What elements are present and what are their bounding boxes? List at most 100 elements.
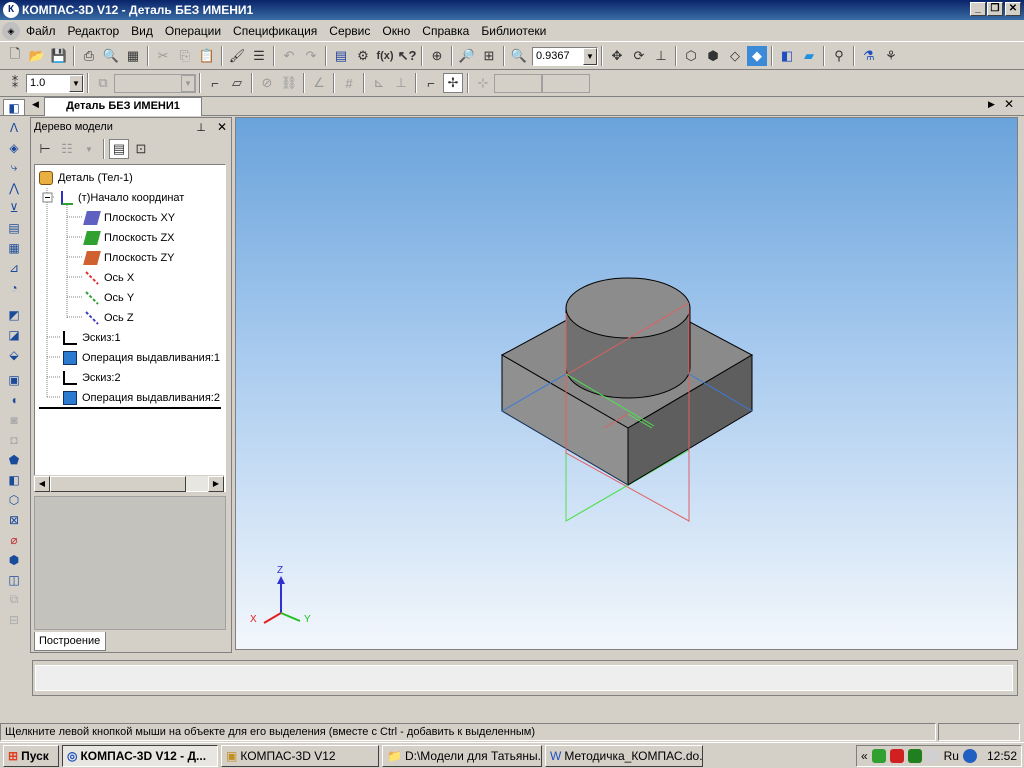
task-kompas-active[interactable]: ◎ КОМПАС-3D V12 - Д... <box>62 744 218 767</box>
zoom-value-input[interactable]: 0.9367 ▼ <box>532 46 598 66</box>
rib-tool-icon[interactable]: ◘ <box>3 431 25 448</box>
measure-tool-icon[interactable]: ▤ <box>3 219 25 236</box>
rotate-icon[interactable]: ⟳ <box>629 46 649 66</box>
tabs-scroll-left-icon[interactable]: ◀ <box>32 99 39 110</box>
grid-icon[interactable]: # <box>339 73 359 93</box>
paste-icon[interactable]: 📋 <box>197 46 217 66</box>
start-button[interactable]: ⊞ Пуск <box>3 744 59 767</box>
cut-tool-icon[interactable]: ◪ <box>3 326 25 343</box>
array-tool-icon[interactable]: ⬙ <box>3 346 25 363</box>
tree-item-plane-zx[interactable]: Плоскость ZX <box>83 229 175 247</box>
thin-lines-icon[interactable]: ◇ <box>725 46 745 66</box>
pan-icon[interactable]: ✥ <box>607 46 627 66</box>
help-pointer-icon[interactable]: ↖? <box>397 46 417 66</box>
filter-icon[interactable]: ⚲ <box>829 46 849 66</box>
link-icon[interactable]: ⛓ <box>279 73 299 93</box>
menu-operations[interactable]: Операции <box>159 24 227 38</box>
network-icon[interactable] <box>962 748 977 763</box>
document-tab[interactable]: Деталь БЕЗ ИМЕНИ1 <box>44 97 202 116</box>
step-dropdown-icon[interactable]: ▼ <box>69 74 83 92</box>
perspective-icon[interactable]: ▰ <box>799 46 819 66</box>
tree-item-axis-y[interactable]: Ось Y <box>85 289 134 307</box>
step-value-input[interactable]: 1.0 ▼ <box>26 73 84 93</box>
tree-horizontal-scrollbar[interactable]: ◀ ▶ <box>34 475 224 492</box>
scroll-right-icon[interactable]: ▶ <box>208 476 224 492</box>
shaded-edges-icon[interactable]: ◧ <box>777 46 797 66</box>
library-manager-icon[interactable]: ⚘ <box>881 46 901 66</box>
curves-tool-icon[interactable]: ⤷ <box>3 159 25 176</box>
fillet-tool-icon[interactable]: ◖ <box>3 391 25 408</box>
coords-icon[interactable]: ⊹ <box>473 73 493 93</box>
kaspersky-icon[interactable] <box>889 748 904 763</box>
open-file-icon[interactable]: 📂 <box>27 46 47 66</box>
print-icon[interactable]: ⎙ <box>79 46 99 66</box>
orientation-icon[interactable]: ⊥ <box>651 46 671 66</box>
language-indicator[interactable]: Ru <box>944 749 959 763</box>
mirror-tool-icon[interactable]: ⬡ <box>3 491 25 508</box>
ortho-icon[interactable]: ⊾ <box>369 73 389 93</box>
insert-tool-icon[interactable]: ⊟ <box>3 611 25 628</box>
task-folder[interactable]: 📁 D:\Модели для Татьяны... <box>382 744 542 767</box>
chamfer-tool-icon[interactable]: ◙ <box>3 411 25 428</box>
shell-tool-icon[interactable]: ▣ <box>3 371 25 388</box>
tab-construction[interactable]: Построение <box>34 632 106 651</box>
plane-icon[interactable]: ▱ <box>227 73 247 93</box>
library-icon[interactable]: ⚗ <box>859 46 879 66</box>
tree-item-extrude-2[interactable]: Операция выдавливания:2 <box>63 389 220 407</box>
thread-tool-icon[interactable]: ⊠ <box>3 511 25 528</box>
menu-help[interactable]: Справка <box>416 24 475 38</box>
tree-item-axis-x[interactable]: Ось X <box>85 269 134 287</box>
scroll-thumb[interactable] <box>50 476 186 492</box>
scroll-left-icon[interactable]: ◀ <box>34 476 50 492</box>
spec-tool-icon[interactable]: ▦ <box>3 239 25 256</box>
split-tool-icon[interactable]: ⬟ <box>3 451 25 468</box>
manager-icon[interactable]: ▤ <box>331 46 351 66</box>
hole-tool-icon[interactable]: ◫ <box>3 571 25 588</box>
coord-x-field[interactable] <box>494 73 542 93</box>
save-icon[interactable]: 💾 <box>49 46 69 66</box>
surface-tool-icon[interactable]: ◈ <box>3 139 25 156</box>
layer-icon[interactable]: ⧉ <box>93 73 113 93</box>
menu-window[interactable]: Окно <box>376 24 416 38</box>
tree-view-icon[interactable]: ☷ <box>57 139 77 159</box>
list-icon[interactable]: ☰ <box>249 46 269 66</box>
pin-icon[interactable]: ⊥ <box>196 122 206 134</box>
tree-item-sketch-1[interactable]: Эскиз:1 <box>63 329 121 347</box>
hidden-lines-icon[interactable]: ⬢ <box>703 46 723 66</box>
tree-structure-icon[interactable]: ⊢ <box>35 139 55 159</box>
properties-icon[interactable]: ▦ <box>123 46 143 66</box>
sketch-tool-icon[interactable]: ⴷ <box>3 119 25 136</box>
model-viewport[interactable]: Z X Y <box>235 117 1018 650</box>
copy-tool-icon[interactable]: ⧉ <box>3 591 25 608</box>
filters-tool-icon[interactable]: ⊻ <box>3 199 25 216</box>
document-menu-icon[interactable]: ◈ <box>2 21 20 40</box>
tree-dropdown-icon[interactable]: ▼ <box>79 139 99 159</box>
wireframe-icon[interactable]: ⬡ <box>681 46 701 66</box>
tree-item-sketch-2[interactable]: Эскиз:2 <box>63 369 121 387</box>
sweep-tool-icon[interactable]: ⌀ <box>3 531 25 548</box>
model-tree[interactable]: Деталь (Тел-1) (т)Начало координат Плоск… <box>34 164 226 492</box>
select-tool-icon[interactable]: ◧ <box>3 99 25 116</box>
restore-button[interactable]: ❐ <box>987 2 1003 16</box>
report-tool-icon[interactable]: ⊿ <box>3 259 25 276</box>
menu-editor[interactable]: Редактор <box>62 24 126 38</box>
tabs-scroll-right-icon[interactable]: ▶ <box>988 99 995 110</box>
minimize-button[interactable]: _ <box>970 2 986 16</box>
menu-service[interactable]: Сервис <box>323 24 376 38</box>
usb-icon[interactable] <box>925 748 940 763</box>
round-icon[interactable]: ⌐ <box>421 73 441 93</box>
tree-item-plane-zy[interactable]: Плоскость ZY <box>83 249 175 267</box>
snaps-active-icon[interactable]: ✢ <box>443 73 463 93</box>
cut-icon[interactable]: ✂ <box>153 46 173 66</box>
extrude-tool-icon[interactable]: ◩ <box>3 306 25 323</box>
task-kompas[interactable]: ▣ КОМПАС-3D V12 <box>221 744 379 767</box>
menu-libraries[interactable]: Библиотеки <box>475 24 552 38</box>
loft-tool-icon[interactable]: ⬢ <box>3 551 25 568</box>
preview-icon[interactable]: 🔍 <box>101 46 121 66</box>
zoom-window-icon[interactable]: ⊕ <box>427 46 447 66</box>
angle-icon[interactable]: ∠ <box>309 73 329 93</box>
menu-specification[interactable]: Спецификация <box>227 24 323 38</box>
task-word-doc[interactable]: W Методичка_КОМПАС.do... <box>545 744 703 767</box>
snap-off-icon[interactable]: ⊘ <box>257 73 277 93</box>
close-tree-icon[interactable]: ✕ <box>217 120 227 134</box>
